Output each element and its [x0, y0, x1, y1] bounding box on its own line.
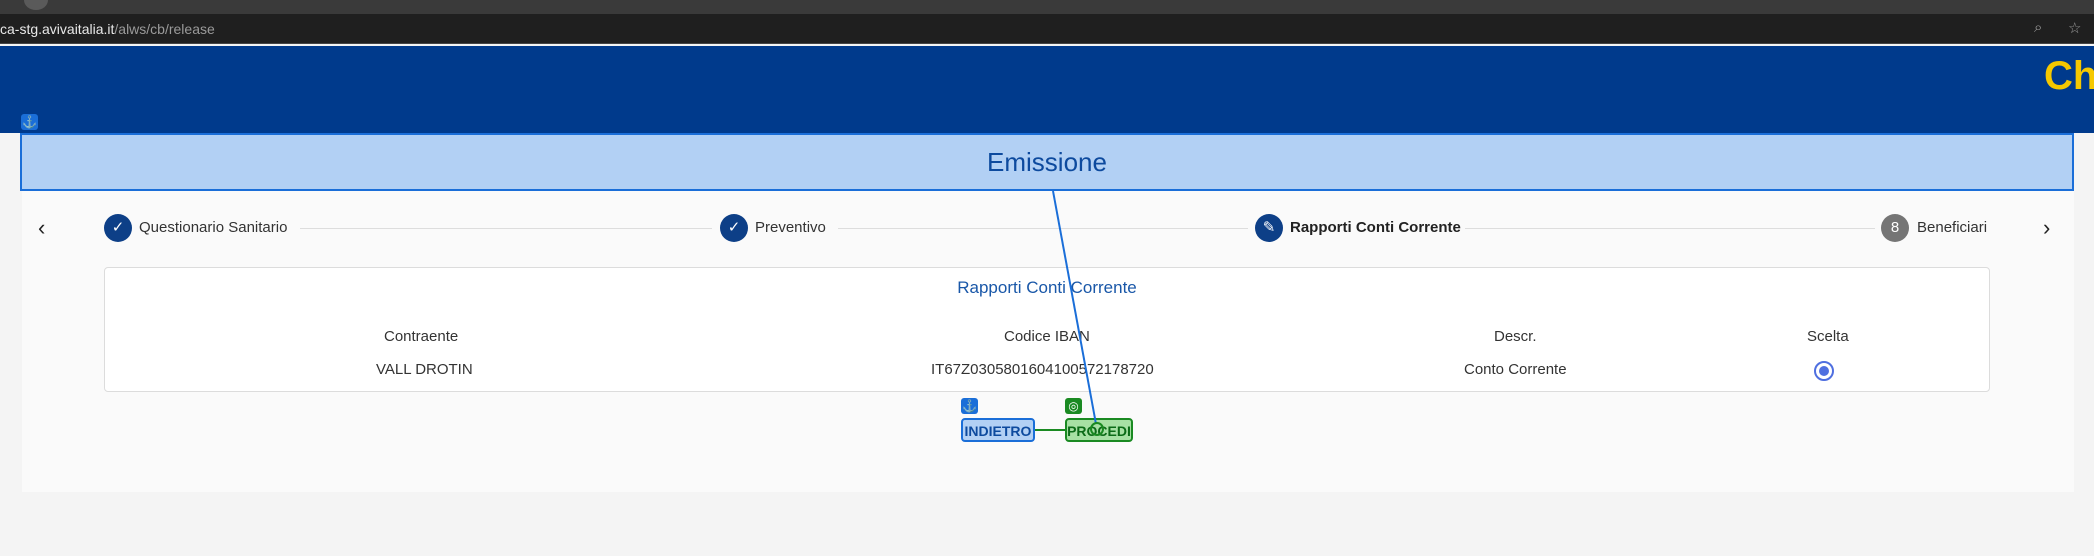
tab-favicon[interactable]: [24, 0, 48, 10]
browser-tab-strip: [0, 0, 2094, 14]
cell-contraente: VALL DROTIN: [376, 361, 473, 378]
step-3-label[interactable]: Rapporti Conti Corrente: [1290, 219, 1461, 236]
chevron-right-icon[interactable]: ›: [2043, 216, 2050, 240]
url-path: /alws/cb/release: [114, 21, 215, 37]
address-bar[interactable]: ca-stg.avivaitalia.it/alws/cb/release ⌕ …: [0, 14, 2094, 44]
cell-iban: IT67Z0305801604100572178720: [931, 361, 1154, 378]
section-title: Emissione: [987, 146, 1107, 177]
anchor-icon: ⚓: [961, 398, 978, 414]
target-icon: ◎: [1065, 398, 1082, 414]
anchor-icon: ⚓: [21, 114, 38, 130]
accounts-card: Rapporti Conti Corrente Contraente Codic…: [104, 267, 1990, 392]
star-icon[interactable]: ☆: [2068, 19, 2081, 37]
brand-title: Ch: [2044, 54, 2094, 98]
section-header: Emissione: [20, 133, 2074, 191]
url-text[interactable]: ca-stg.avivaitalia.it/alws/cb/release: [0, 21, 215, 37]
step-connector: [838, 228, 1248, 229]
zoom-icon[interactable]: ⌕: [2034, 19, 2042, 36]
step-connector: [1465, 228, 1875, 229]
step-1-label[interactable]: Questionario Sanitario: [139, 219, 287, 236]
next-button[interactable]: PROCEDI: [1065, 418, 1133, 442]
card-title: Rapporti Conti Corrente: [957, 278, 1137, 297]
column-header-descr: Descr.: [1494, 328, 1537, 345]
back-button[interactable]: INDIETRO: [961, 418, 1035, 442]
page-header: Ch: [0, 46, 2094, 133]
step-4-number[interactable]: 8: [1881, 214, 1909, 242]
step-2-check-icon[interactable]: ✓: [720, 214, 748, 242]
step-3-edit-icon[interactable]: ✎: [1255, 214, 1283, 242]
select-radio[interactable]: [1814, 361, 1834, 381]
url-host: ca-stg.avivaitalia.it: [0, 21, 115, 37]
step-2-label[interactable]: Preventivo: [755, 219, 826, 236]
chevron-left-icon[interactable]: ‹: [38, 216, 45, 240]
step-connector: [300, 228, 712, 229]
column-header-contraente: Contraente: [384, 328, 459, 345]
column-header-iban: Codice IBAN: [1004, 328, 1090, 345]
button-connector: [1035, 429, 1065, 431]
cell-descr: Conto Corrente: [1464, 361, 1567, 378]
step-4-label[interactable]: Beneficiari: [1917, 219, 1987, 236]
step-1-check-icon[interactable]: ✓: [104, 214, 132, 242]
column-header-scelta: Scelta: [1807, 328, 1849, 345]
